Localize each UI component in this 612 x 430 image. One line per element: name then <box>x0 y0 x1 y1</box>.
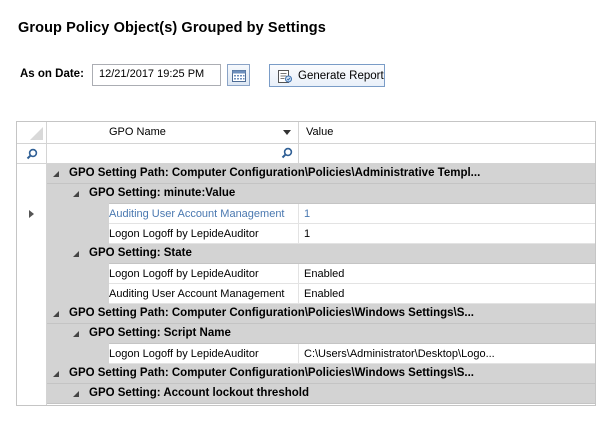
table-row[interactable]: Auditing User Account Management 1 <box>47 203 595 224</box>
filter-row-indicator <box>17 144 47 164</box>
search-icon <box>26 148 37 160</box>
date-input[interactable]: 12/21/2017 19:25 PM <box>92 64 221 86</box>
current-row-indicator-icon <box>29 210 34 218</box>
group-row-label: GPO Setting: State <box>89 247 192 259</box>
value-cell[interactable]: Enabled <box>299 284 595 304</box>
grid-header: GPO Name Value <box>17 122 595 144</box>
gpo-name-cell[interactable]: Auditing User Account Management <box>109 284 299 304</box>
filter-search-icon-wrap <box>281 147 293 162</box>
filter-row <box>17 144 595 164</box>
table-row[interactable]: Logon Logoff by LepideAuditor 1 <box>47 223 595 244</box>
collapse-triangle-icon[interactable] <box>71 389 81 399</box>
gpo-name-filter-input[interactable] <box>47 144 299 164</box>
group-row-setting[interactable]: GPO Setting: Script Name <box>47 324 595 344</box>
group-row-label: GPO Setting: Script Name <box>89 327 231 339</box>
group-indent <box>47 343 109 364</box>
table-row[interactable]: Auditing User Account Management Enabled <box>47 283 595 304</box>
group-row-setting[interactable]: GPO Setting: Account lockout threshold <box>47 384 595 404</box>
group-indent <box>47 223 109 244</box>
collapse-triangle-icon[interactable] <box>51 169 61 179</box>
group-indent <box>47 203 109 224</box>
gpo-name-cell[interactable]: Logon Logoff by LepideAuditor <box>109 264 299 284</box>
select-all-triangle-icon[interactable] <box>17 122 47 144</box>
row-indicator-column <box>17 164 47 405</box>
collapse-triangle-icon[interactable] <box>51 369 61 379</box>
value-cell[interactable]: 1 <box>299 224 595 244</box>
report-icon <box>278 69 292 83</box>
group-row-setting-path[interactable]: GPO Setting Path: Computer Configuration… <box>47 164 595 184</box>
calendar-button[interactable] <box>227 64 250 86</box>
group-row-label: GPO Setting Path: Computer Configuration… <box>69 367 474 379</box>
table-row[interactable]: Logon Logoff by LepideAuditor C:\Users\Ad… <box>47 343 595 364</box>
gpo-name-cell[interactable]: Auditing User Account Management <box>109 204 299 224</box>
group-row-setting-path[interactable]: GPO Setting Path: Computer Configuration… <box>47 304 595 324</box>
gpo-name-cell[interactable]: Logon Logoff by LepideAuditor <box>109 344 299 364</box>
value-cell[interactable]: C:\Users\Administrator\Desktop\Logo... <box>299 344 595 364</box>
value-cell[interactable]: Enabled <box>299 264 595 284</box>
gpo-settings-grid: GPO Name Value GPO Setting Path: Compute… <box>16 121 596 406</box>
grid-corner-cell <box>17 122 47 144</box>
value-cell[interactable]: 1 <box>299 204 595 224</box>
group-row-label: GPO Setting: Account lockout threshold <box>89 387 309 399</box>
column-header-value[interactable]: Value <box>299 122 595 144</box>
generate-report-button[interactable]: Generate Report <box>269 64 385 87</box>
page-title: Group Policy Object(s) Grouped by Settin… <box>18 20 326 36</box>
search-icon <box>281 147 293 159</box>
gpo-name-cell[interactable]: Logon Logoff by LepideAuditor <box>109 224 299 244</box>
collapse-triangle-icon[interactable] <box>71 249 81 259</box>
group-row-setting[interactable]: GPO Setting: State <box>47 244 595 264</box>
value-filter-input[interactable] <box>299 144 595 164</box>
group-row-setting-path[interactable]: GPO Setting Path: Computer Configuration… <box>47 364 595 384</box>
group-indent <box>47 283 109 304</box>
calendar-icon <box>231 69 246 82</box>
as-on-date-label: As on Date: <box>20 68 84 80</box>
group-row-label: GPO Setting Path: Computer Configuration… <box>69 307 474 319</box>
group-indent <box>47 263 109 284</box>
collapse-triangle-icon[interactable] <box>71 189 81 199</box>
collapse-triangle-icon[interactable] <box>51 309 61 319</box>
table-row[interactable]: Logon Logoff by LepideAuditor Enabled <box>47 263 595 284</box>
group-row-setting[interactable]: GPO Setting: minute:Value <box>47 184 595 204</box>
column-header-gpo-name-label: GPO Name <box>109 126 166 138</box>
group-row-label: GPO Setting: minute:Value <box>89 187 236 199</box>
column-header-gpo-name[interactable]: GPO Name <box>47 122 299 144</box>
generate-report-label: Generate Report <box>298 69 384 82</box>
collapse-triangle-icon[interactable] <box>71 329 81 339</box>
filter-dropdown-arrow-icon[interactable] <box>283 130 291 135</box>
group-row-label: GPO Setting Path: Computer Configuration… <box>69 167 481 179</box>
